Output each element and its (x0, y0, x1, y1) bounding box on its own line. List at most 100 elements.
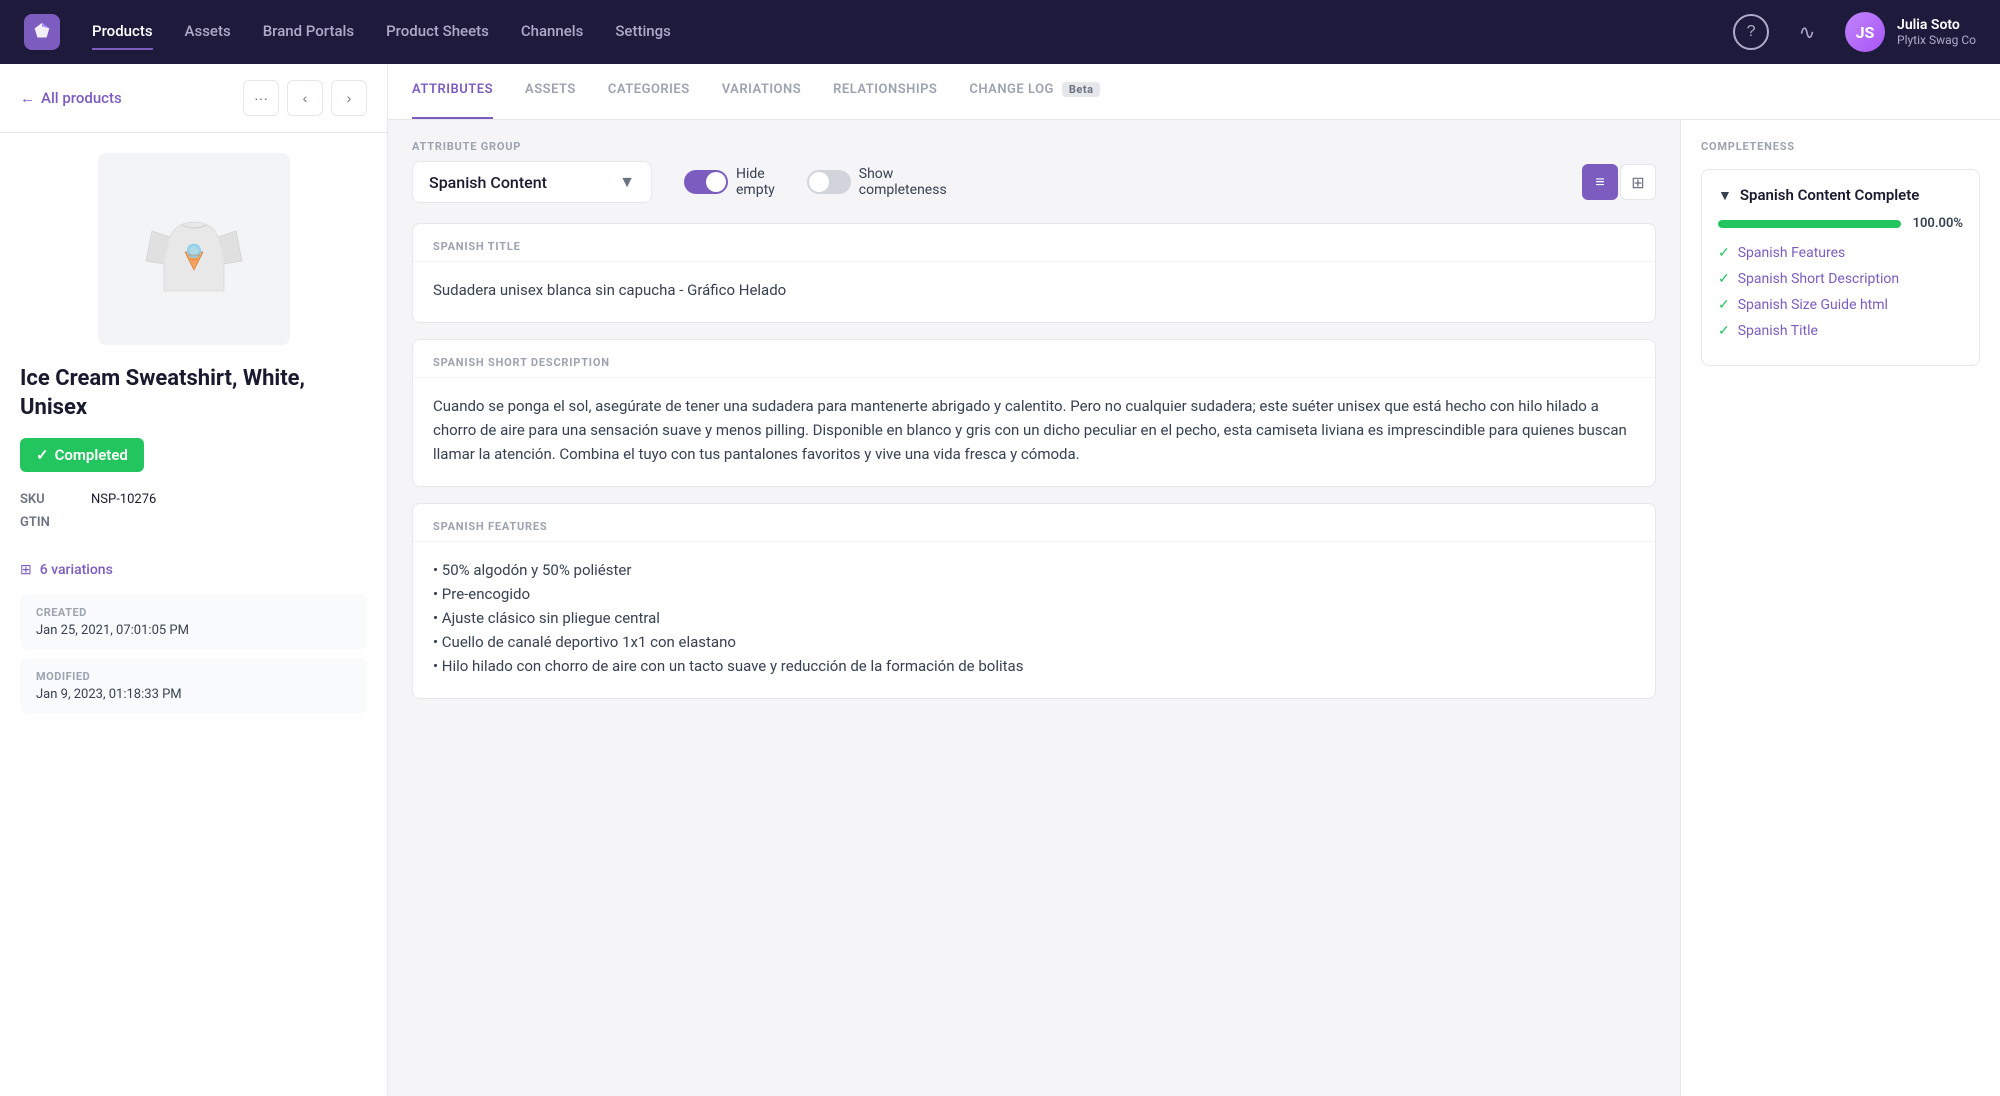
analytics-button[interactable]: ∿ (1789, 14, 1825, 50)
back-to-all-products[interactable]: ← All products (20, 89, 122, 107)
created-modified: CREATED Jan 25, 2021, 07:01:05 PM MODIFI… (0, 594, 387, 722)
product-meta: SKU NSP-10276 GTIN (20, 492, 367, 530)
main-layout: ← All products ··· ‹ › (0, 64, 2000, 1096)
spanish-title-section: SPANISH TITLE Sudadera unisex blanca sin… (412, 223, 1656, 323)
gtin-row: GTIN (20, 515, 367, 530)
check-icon-3: ✓ (1718, 323, 1730, 339)
nav-assets[interactable]: Assets (185, 14, 231, 50)
nav-channels[interactable]: Channels (521, 14, 584, 50)
status-label: Completed (55, 446, 128, 464)
completeness-item-2: ✓ Spanish Size Guide html (1718, 297, 1963, 313)
modified-value: Jan 9, 2023, 01:18:33 PM (36, 687, 351, 702)
chevron-down-icon: ▼ (619, 172, 635, 192)
username: Julia Soto (1897, 17, 1976, 33)
variations-icon: ⊞ (20, 562, 32, 578)
product-name: Ice Cream Sweatshirt, White, Unisex (20, 365, 367, 422)
hide-empty-toggle-item: Hideempty (684, 166, 775, 198)
arrow-left-icon: ← (20, 89, 35, 107)
sku-value: NSP-10276 (91, 492, 156, 507)
spanish-features-section: SPANISH FEATURES • 50% algodón y 50% pol… (412, 503, 1656, 699)
completeness-bar-fill (1718, 220, 1901, 228)
user-info: Julia Soto Plytix Swag Co (1897, 17, 1976, 47)
nav-product-sheets[interactable]: Product Sheets (386, 14, 489, 50)
completeness-percentage: 100.00% (1913, 216, 1963, 231)
product-image-container (0, 133, 387, 365)
modified-label: MODIFIED (36, 670, 351, 683)
hide-empty-toggle[interactable] (684, 170, 728, 194)
spanish-features-value[interactable]: • 50% algodón y 50% poliéster • Pre-enco… (413, 542, 1655, 698)
changelog-badge: Beta (1062, 82, 1101, 97)
product-info: Ice Cream Sweatshirt, White, Unisex ✓ Co… (0, 365, 387, 562)
attr-group-label: ATTRIBUTE GROUP (412, 140, 1656, 153)
toggle-thumb (706, 172, 726, 192)
list-view-button[interactable]: ≡ (1582, 164, 1618, 200)
completeness-group-header: ▼ Spanish Content Complete (1718, 186, 1963, 204)
variations-link[interactable]: ⊞ 6 variations (0, 562, 387, 578)
spanish-title-label: SPANISH TITLE (433, 240, 1635, 253)
content-area: ATTRIBUTE GROUP Spanish Content ▼ Hide (388, 120, 2000, 1096)
tab-changelog[interactable]: CHANGE LOG Beta (969, 64, 1100, 119)
show-completeness-toggle[interactable] (807, 170, 851, 194)
help-button[interactable]: ? (1733, 14, 1769, 50)
tab-relationships[interactable]: RELATIONSHIPS (833, 64, 937, 119)
tab-assets[interactable]: ASSETS (525, 64, 576, 119)
created-value: Jan 25, 2021, 07:01:05 PM (36, 623, 351, 638)
variations-count: 6 variations (40, 562, 113, 578)
prev-product-button[interactable]: ‹ (287, 80, 323, 116)
expand-icon[interactable]: ▼ (1718, 187, 1732, 204)
tab-variations[interactable]: VARIATIONS (722, 64, 801, 119)
completeness-item-label-3[interactable]: Spanish Title (1738, 323, 1818, 339)
spanish-features-header: SPANISH FEATURES (413, 504, 1655, 542)
attribute-group-select[interactable]: Spanish Content ▼ (412, 161, 652, 203)
nav-links: Products Assets Brand Portals Product Sh… (92, 14, 1701, 50)
sku-label: SKU (20, 492, 75, 507)
completeness-title: COMPLETENESS (1701, 140, 1980, 153)
completeness-item-label-0[interactable]: Spanish Features (1738, 245, 1846, 261)
grid-view-button[interactable]: ⊞ (1620, 164, 1656, 200)
show-completeness-toggle-item: Showcompleteness (807, 166, 947, 198)
breadcrumb-label: All products (41, 89, 122, 107)
completeness-bar-row: 100.00% (1718, 216, 1963, 231)
top-navigation: Products Assets Brand Portals Product Sh… (0, 0, 2000, 64)
breadcrumb-actions: ··· ‹ › (243, 80, 367, 116)
next-product-button[interactable]: › (331, 80, 367, 116)
created-label: CREATED (36, 606, 351, 619)
attribute-controls-wrapper: ATTRIBUTE GROUP Spanish Content ▼ Hide (412, 140, 1656, 203)
nav-products[interactable]: Products (92, 14, 153, 50)
avatar: JS (1845, 12, 1885, 52)
product-image (98, 153, 290, 345)
completeness-group-name: Spanish Content Complete (1740, 186, 1920, 204)
nav-settings[interactable]: Settings (615, 14, 671, 50)
hide-empty-label: Hideempty (736, 166, 775, 198)
spanish-short-description-section: SPANISH SHORT DESCRIPTION Cuando se pong… (412, 339, 1656, 487)
spanish-short-description-value[interactable]: Cuando se ponga el sol, asegúrate de ten… (413, 378, 1655, 486)
user-menu[interactable]: JS Julia Soto Plytix Swag Co (1845, 12, 1976, 52)
controls-row: Spanish Content ▼ Hideempty (412, 161, 1656, 203)
avatar-initials: JS (1845, 12, 1885, 52)
more-options-button[interactable]: ··· (243, 80, 279, 116)
sku-row: SKU NSP-10276 (20, 492, 367, 507)
completeness-item-label-1[interactable]: Spanish Short Description (1738, 271, 1899, 287)
completeness-item-1: ✓ Spanish Short Description (1718, 271, 1963, 287)
view-toggle: ≡ ⊞ (1582, 164, 1656, 200)
gtin-label: GTIN (20, 515, 75, 530)
completeness-card: ▼ Spanish Content Complete 100.00% ✓ Spa… (1701, 169, 1980, 366)
topnav-right: ? ∿ JS Julia Soto Plytix Swag Co (1733, 12, 1976, 52)
completeness-item-3: ✓ Spanish Title (1718, 323, 1963, 339)
company-name: Plytix Swag Co (1897, 33, 1976, 47)
show-completeness-label: Showcompleteness (859, 166, 947, 198)
completeness-sidebar: COMPLETENESS ▼ Spanish Content Complete … (1680, 120, 2000, 1096)
tab-attributes[interactable]: ATTRIBUTES (412, 64, 493, 119)
toggle-thumb-2 (809, 172, 829, 192)
nav-brand-portals[interactable]: Brand Portals (263, 14, 354, 50)
app-logo[interactable] (24, 14, 60, 50)
left-sidebar: ← All products ··· ‹ › (0, 64, 388, 1096)
check-icon-1: ✓ (1718, 271, 1730, 287)
tab-categories[interactable]: CATEGORIES (608, 64, 690, 119)
check-icon-0: ✓ (1718, 245, 1730, 261)
completeness-item-label-2[interactable]: Spanish Size Guide html (1738, 297, 1888, 313)
attr-group-value: Spanish Content (429, 173, 547, 192)
tabs-bar: ATTRIBUTES ASSETS CATEGORIES VARIATIONS … (388, 64, 2000, 120)
completeness-bar (1718, 220, 1901, 228)
spanish-title-value[interactable]: Sudadera unisex blanca sin capucha - Grá… (413, 262, 1655, 322)
